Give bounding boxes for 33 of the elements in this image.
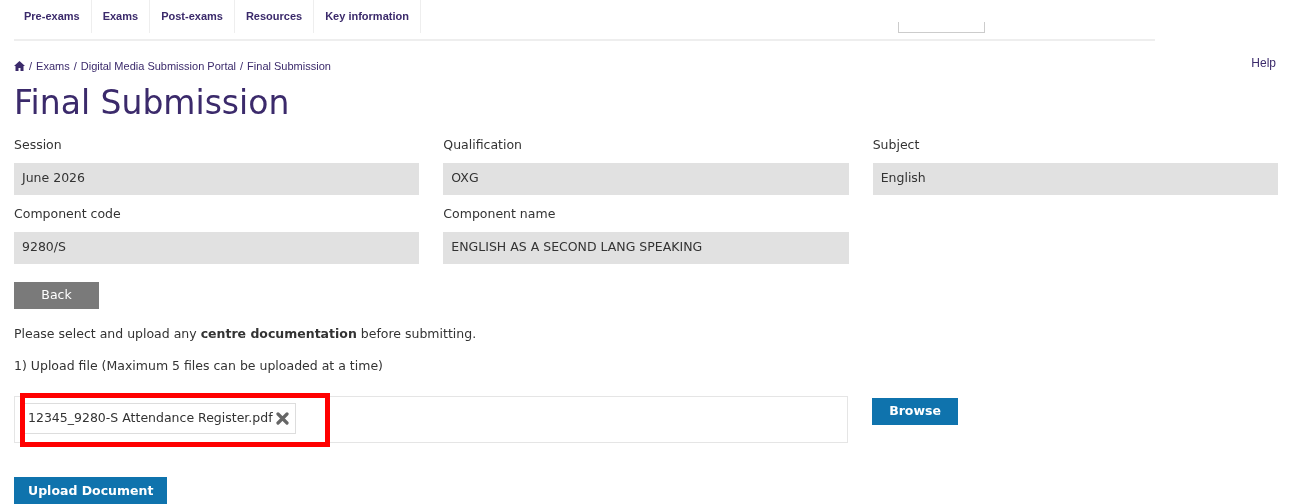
nav-link[interactable]: Exams	[91, 0, 151, 33]
field-label: Component code	[14, 204, 122, 223]
breadcrumb-link[interactable]: Digital Media Submission Portal	[80, 58, 237, 75]
breadcrumb-link[interactable]: Exams	[36, 58, 70, 75]
file-drop-area[interactable]: 12345_9280-S Attendance Register.pdf	[14, 396, 848, 444]
field-label: Component name	[443, 204, 557, 223]
upload-document-button[interactable]: Upload Document	[14, 477, 168, 504]
breadcrumb-link[interactable]: Final Submission	[247, 58, 331, 75]
field-value: English	[872, 162, 1278, 195]
upload-label: 1) Upload file (Maximum 5 files can be uploaded at a time)	[14, 357, 384, 376]
nav-link[interactable]: Key information	[314, 0, 421, 33]
breadcrumb-separator: /	[29, 59, 33, 74]
breadcrumb-separator: /	[73, 59, 77, 74]
nav-link[interactable]: Pre-exams	[14, 0, 92, 33]
instruction-text: Please select and upload any centre documentation before submitting.	[14, 324, 478, 343]
search-field[interactable]	[898, 22, 985, 33]
file-name: 12345_9280-S Attendance Register.pdf	[28, 409, 273, 428]
field-value: OXG	[443, 162, 849, 195]
home-icon[interactable]	[14, 61, 25, 72]
field-value: 9280/S	[14, 231, 420, 264]
field-value: ENGLISH AS A SECOND LANG SPEAKING	[443, 231, 849, 264]
help-link[interactable]: Help	[1251, 54, 1276, 72]
page-title: Final Submission	[14, 82, 291, 123]
nav-link[interactable]: Resources	[234, 0, 315, 33]
field-label: Qualification	[443, 136, 524, 155]
nav-link[interactable]: Post-exams	[150, 0, 235, 33]
field-value: June 2026	[14, 162, 420, 195]
close-icon[interactable]	[275, 412, 289, 426]
back-button[interactable]: Back	[14, 281, 99, 309]
field-label: Session	[14, 136, 63, 155]
breadcrumb-separator: /	[240, 59, 244, 74]
browse-button[interactable]: Browse	[872, 398, 958, 426]
field-label: Subject	[872, 136, 921, 155]
